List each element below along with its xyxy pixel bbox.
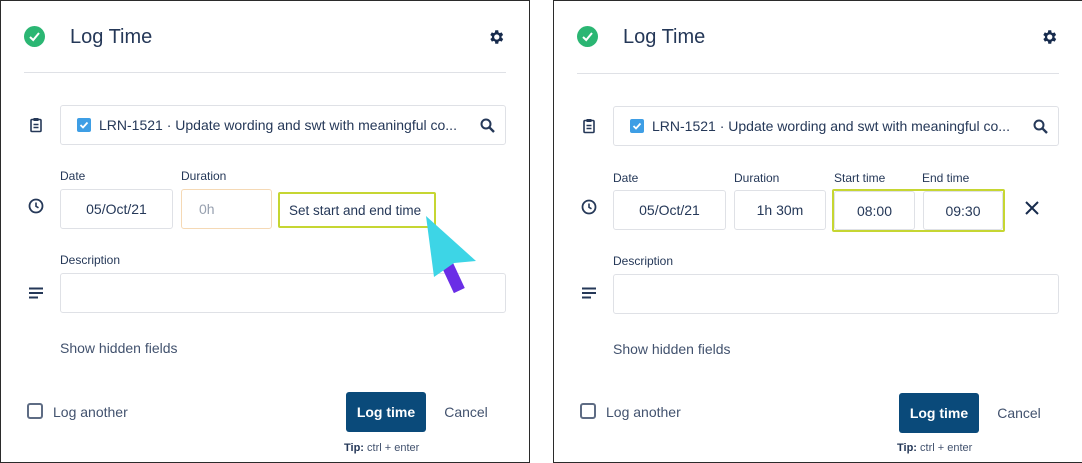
log-time-button[interactable]: Log time: [899, 393, 979, 433]
description-input[interactable]: [613, 274, 1059, 314]
date-label: Date: [613, 171, 639, 185]
log-another-checkbox[interactable]: [580, 403, 596, 419]
duration-label: Duration: [734, 171, 780, 185]
duration-input[interactable]: 0h: [181, 189, 272, 229]
show-hidden-fields-link[interactable]: Show hidden fields: [60, 340, 178, 356]
clipboard-icon: [28, 117, 44, 133]
dialog-title: Log Time: [70, 26, 153, 48]
clock-icon: [581, 199, 597, 215]
log-another-label: Log another: [606, 404, 681, 420]
check-circle-icon: [577, 26, 598, 47]
log-time-dialog-with-times: Log Time LRN-1521 · Update wording and s…: [553, 0, 1082, 463]
issue-label: LRN-1521 · Update wording and swt with m…: [99, 117, 457, 133]
keyboard-tip: Tip: ctrl + enter: [344, 442, 419, 454]
date-input[interactable]: 05/Oct/21: [60, 189, 173, 229]
description-label: Description: [613, 254, 674, 268]
date-label: Date: [60, 169, 86, 183]
gear-icon[interactable]: [1040, 28, 1058, 46]
header-divider: [577, 73, 1059, 74]
time-separator: [915, 191, 923, 230]
set-start-end-time-button[interactable]: Set start and end time: [278, 192, 436, 228]
clock-icon: [28, 198, 44, 214]
gear-icon[interactable]: [487, 28, 505, 46]
date-input[interactable]: 05/Oct/21: [613, 190, 726, 230]
duration-input[interactable]: 1h 30m: [734, 190, 826, 230]
description-label: Description: [60, 253, 121, 267]
cursor-arrow-icon: [426, 216, 476, 294]
issue-checkbox: [630, 119, 644, 133]
log-another-checkbox[interactable]: [27, 403, 43, 419]
issue-checkbox: [77, 118, 91, 132]
tip-label: Tip:: [897, 442, 917, 454]
issue-selector[interactable]: LRN-1521 · Update wording and swt with m…: [60, 105, 506, 145]
end-time-label: End time: [922, 171, 970, 185]
search-icon[interactable]: [1032, 118, 1049, 135]
search-icon[interactable]: [479, 117, 496, 134]
dialog-title: Log Time: [623, 26, 706, 48]
close-icon[interactable]: [1024, 200, 1040, 216]
tip-text: ctrl + enter: [367, 442, 420, 454]
log-time-button[interactable]: Log time: [346, 392, 426, 432]
duration-label: Duration: [181, 169, 227, 183]
header-divider: [24, 72, 506, 73]
clipboard-icon: [581, 118, 597, 134]
cancel-button[interactable]: Cancel: [991, 393, 1047, 433]
end-time-input[interactable]: 09:30: [923, 191, 1003, 230]
start-time-input[interactable]: 08:00: [834, 191, 915, 230]
issue-label: LRN-1521 · Update wording and swt with m…: [652, 118, 1010, 134]
show-hidden-fields-link[interactable]: Show hidden fields: [613, 341, 731, 357]
issue-selector[interactable]: LRN-1521 · Update wording and swt with m…: [613, 106, 1059, 146]
log-time-dialog-initial: Log Time LRN-1521 · Update wording and s…: [0, 0, 530, 463]
check-circle-icon: [24, 26, 45, 47]
tip-label: Tip:: [344, 442, 364, 454]
log-another-label: Log another: [53, 404, 128, 420]
keyboard-tip: Tip: ctrl + enter: [897, 442, 972, 454]
cancel-button[interactable]: Cancel: [438, 392, 494, 432]
tip-text: ctrl + enter: [920, 442, 973, 454]
lines-icon: [28, 285, 44, 301]
start-time-label: Start time: [834, 171, 886, 185]
start-end-time-group: 08:00 09:30: [832, 189, 1005, 232]
lines-icon: [581, 285, 597, 301]
